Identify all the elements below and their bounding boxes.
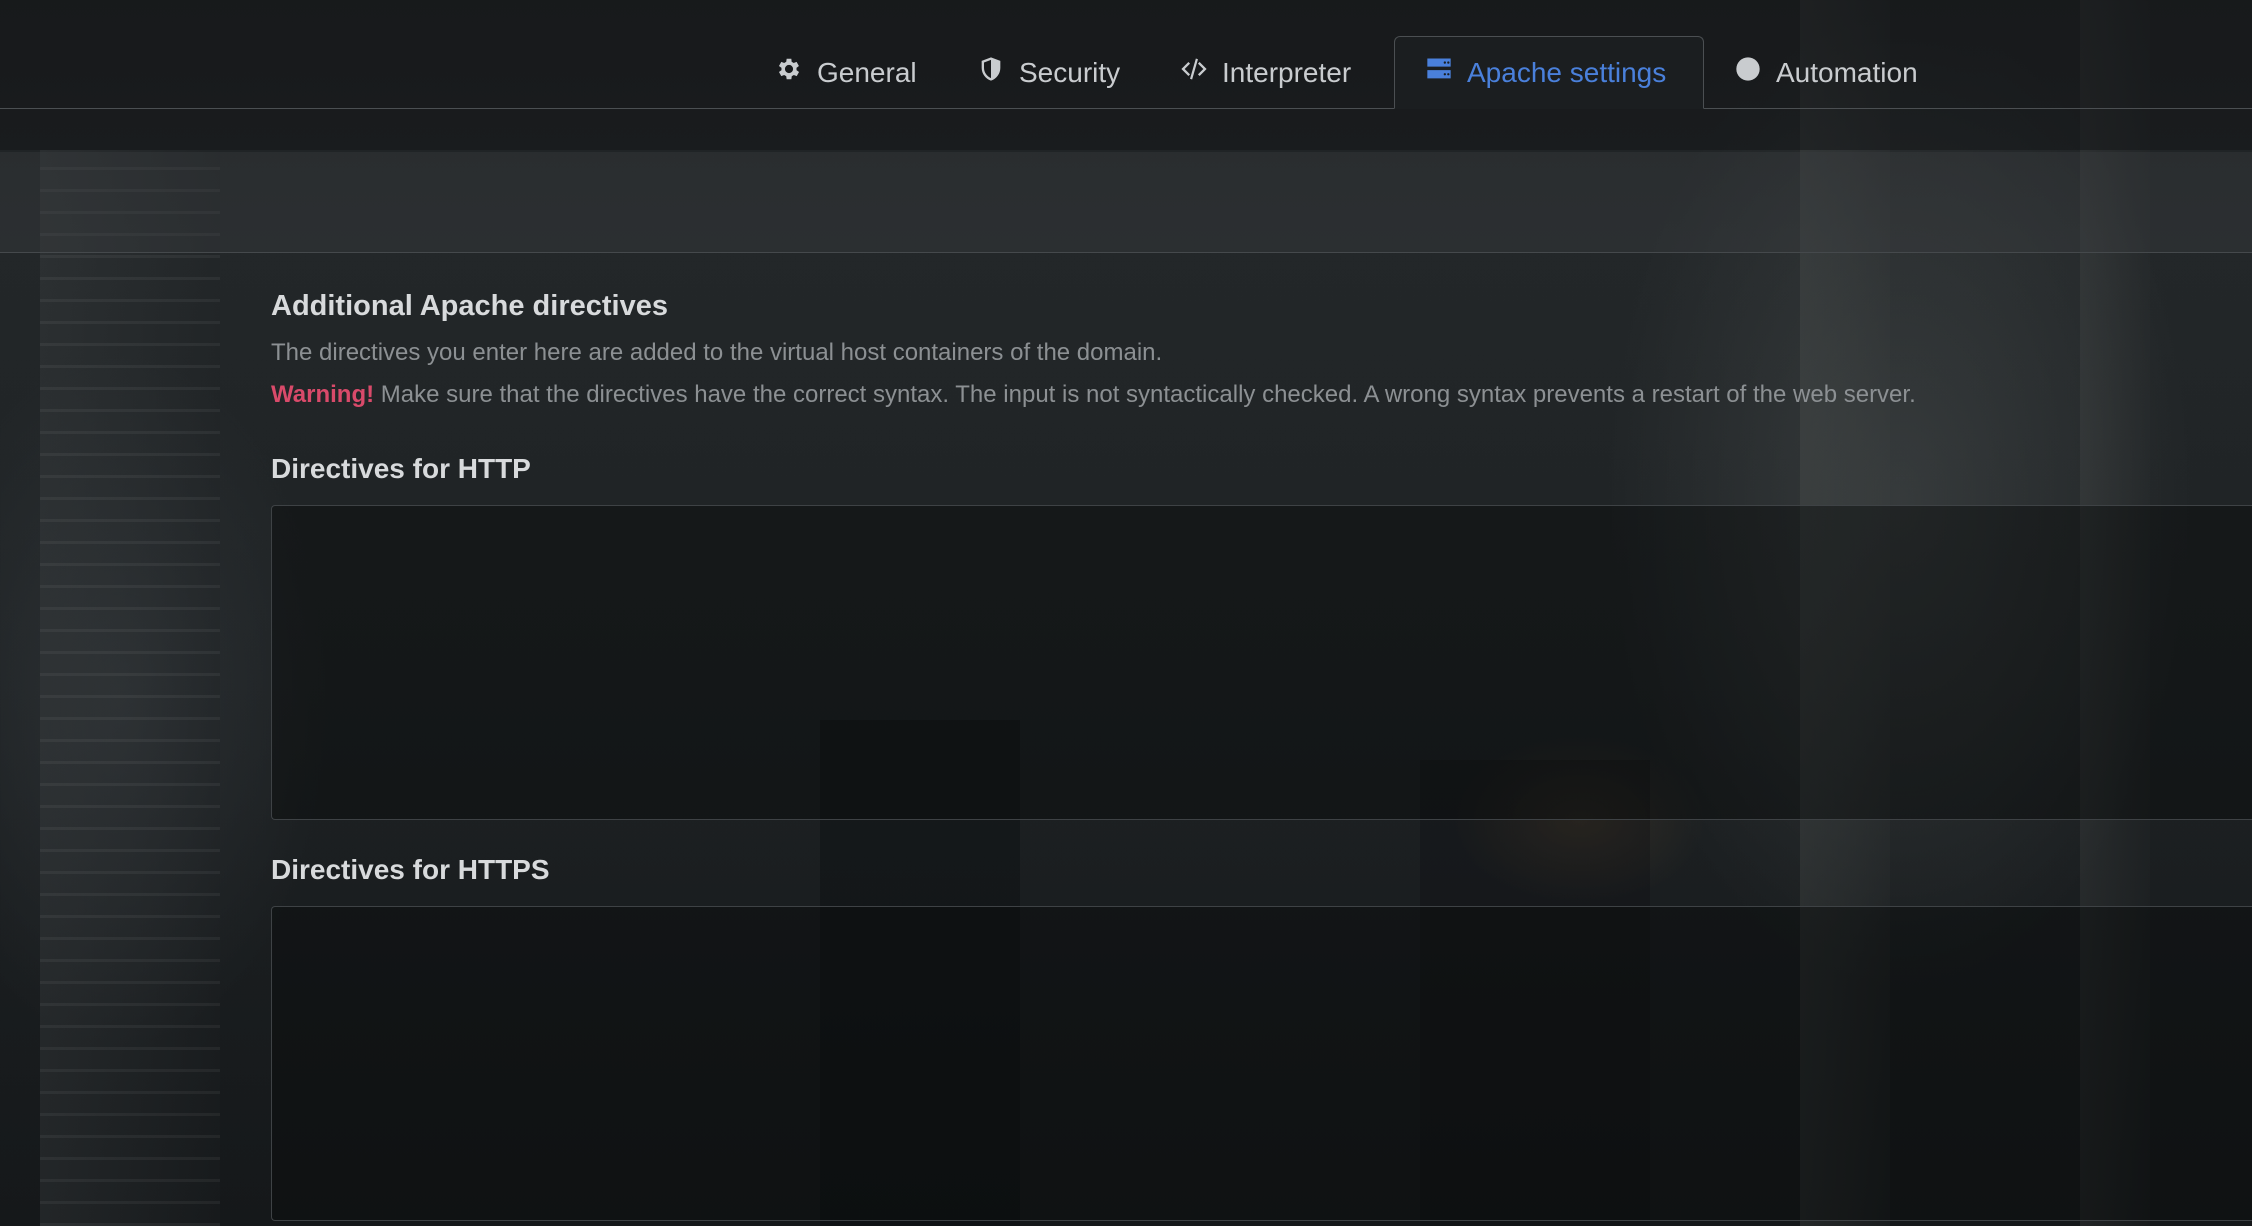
- warning-text: Make sure that the directives have the c…: [374, 381, 1916, 408]
- section-description: The directives you enter here are added …: [271, 339, 1163, 366]
- http-directives-input[interactable]: [271, 505, 2252, 820]
- https-directives-input[interactable]: [271, 906, 2252, 1221]
- tab-interpreter[interactable]: Interpreter: [1150, 36, 1381, 109]
- tab-automation[interactable]: Automation: [1704, 36, 1948, 109]
- tab-label: Apache settings: [1467, 56, 1667, 88]
- https-directives-label: Directives for HTTPS: [271, 854, 550, 885]
- apache-directives-section: Additional Apache directives The directi…: [271, 290, 2252, 1221]
- syntax-warning: Warning! Make sure that the directives h…: [271, 381, 2252, 409]
- server-icon: [1425, 55, 1453, 90]
- warning-label: Warning!: [271, 381, 375, 408]
- tab-label: General: [817, 56, 917, 88]
- tab-general[interactable]: General: [745, 36, 947, 109]
- settings-tabs: General Security Interpreter Apache sett…: [0, 36, 2252, 109]
- gear-icon: [775, 55, 803, 90]
- tab-label: Automation: [1776, 56, 1918, 88]
- tab-apache-settings[interactable]: Apache settings: [1394, 36, 1704, 109]
- background-building-left: [40, 150, 220, 1226]
- tab-label: Security: [1019, 56, 1121, 88]
- clock-icon: [1734, 55, 1762, 90]
- code-icon: [1180, 55, 1208, 90]
- tab-content-header: [0, 152, 2252, 253]
- section-title: Additional Apache directives: [271, 290, 668, 322]
- shield-icon: [977, 55, 1005, 90]
- http-directives-label: Directives for HTTP: [271, 453, 531, 484]
- tab-label: Interpreter: [1222, 56, 1352, 88]
- tab-security[interactable]: Security: [947, 36, 1150, 109]
